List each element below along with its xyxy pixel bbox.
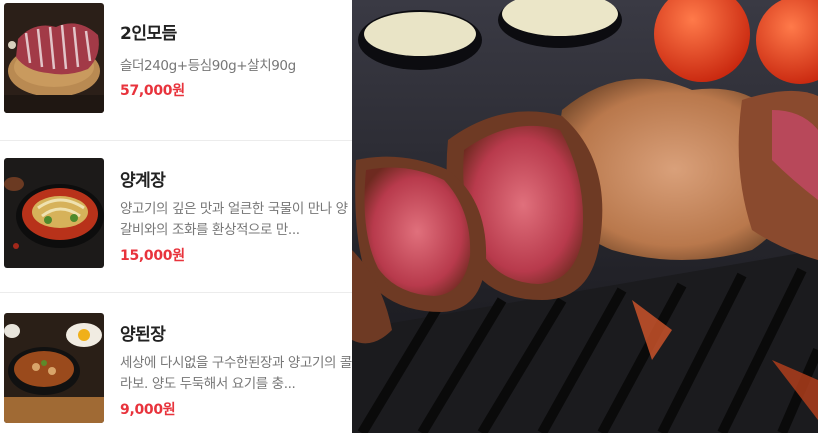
menu-item-price: 9,000원 xyxy=(120,402,176,418)
menu-item-description: 세상에 다시없을 구수한된장과 양고기의 콜라보. 양도 두둑해서 요기를 충.… xyxy=(120,355,352,392)
doenjang-stew-photo[interactable] xyxy=(4,313,104,423)
menu-item-yangdoenjang[interactable]: 양된장 세상에 다시없을 구수한된장과 양고기의 콜라보. 양도 두둑해서 요기… xyxy=(0,292,352,432)
menu-item-2inmodeum[interactable]: 2인모듬 슬더240g+등심90g+살치90g 57,000원 xyxy=(0,0,352,140)
menu-list: 2인모듬 슬더240g+등심90g+살치90g 57,000원 양계장 양고기의… xyxy=(0,0,352,433)
menu-item-name: 2인모듬 xyxy=(120,24,177,44)
menu-item-description: 양고기의 깊은 맛과 얼큰한 국물이 만나 양갈비와의 조화를 환상적으로 만.… xyxy=(120,201,348,238)
menu-item-name: 양계장 xyxy=(120,171,166,191)
menu-item-price: 15,000원 xyxy=(120,248,185,264)
menu-item-price: 57,000원 xyxy=(120,83,185,99)
menu-item-description: 슬더240g+등심90g+살치90g xyxy=(120,58,296,74)
menu-item-yanggyejang[interactable]: 양계장 양고기의 깊은 맛과 얼큰한 국물이 만나 양갈비와의 조화를 환상적으… xyxy=(0,140,352,280)
grilled-lamb-photo xyxy=(352,0,818,433)
menu-item-name: 양된장 xyxy=(120,325,166,345)
lamb-platter-photo[interactable] xyxy=(4,3,104,113)
spicy-soup-photo[interactable] xyxy=(4,158,104,268)
